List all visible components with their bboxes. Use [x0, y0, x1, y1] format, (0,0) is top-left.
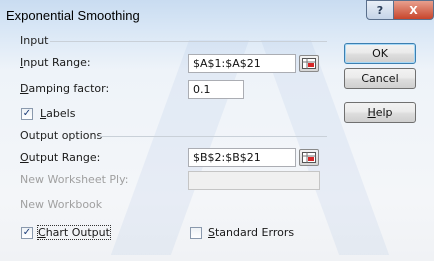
- input-group-label: Input: [20, 34, 49, 47]
- output-range-label: Output Range:: [20, 151, 101, 164]
- window-title: Exponential Smoothing: [6, 8, 140, 23]
- title-bar: Exponential Smoothing ? X: [0, 0, 434, 32]
- cancel-button[interactable]: Cancel: [344, 68, 416, 89]
- ok-button-label: OK: [372, 47, 388, 60]
- check-icon: ✓: [22, 227, 32, 238]
- damping-factor-value: 0.1: [193, 83, 211, 96]
- output-group-divider: [98, 136, 327, 137]
- range-select-icon: [302, 152, 316, 163]
- chart-output-checkbox[interactable]: ✓: [21, 227, 33, 239]
- close-icon: X: [409, 3, 418, 17]
- input-range-value: $A$1:$A$21: [193, 57, 261, 70]
- input-range-select-button[interactable]: [299, 55, 319, 72]
- ok-button[interactable]: OK: [344, 43, 416, 64]
- input-range-field[interactable]: $A$1:$A$21: [188, 54, 296, 73]
- question-icon: ?: [376, 3, 384, 17]
- new-worksheet-ply-label: New Worksheet Ply:: [20, 173, 129, 186]
- damping-factor-label: Damping factor:: [20, 82, 110, 95]
- input-range-label: Input Range:: [20, 56, 91, 69]
- labels-checkbox[interactable]: ✓: [21, 108, 33, 120]
- range-select-icon: [302, 58, 316, 69]
- output-range-value: $B$2:$B$21: [193, 151, 261, 164]
- new-worksheet-ply-field[interactable]: [188, 171, 320, 190]
- new-workbook-label: New Workbook: [20, 198, 103, 211]
- damping-factor-field[interactable]: 0.1: [188, 80, 244, 99]
- check-icon: ✓: [22, 108, 32, 119]
- exponential-smoothing-dialog: Exponential Smoothing ? X Input Input Ra…: [0, 0, 434, 261]
- standard-errors-checkbox[interactable]: [190, 227, 202, 239]
- input-group-divider: [50, 41, 327, 42]
- output-range-field[interactable]: $B$2:$B$21: [188, 148, 296, 167]
- cancel-button-label: Cancel: [361, 72, 399, 85]
- output-range-select-button[interactable]: [299, 149, 319, 166]
- help-button-label: Help: [367, 106, 393, 119]
- chart-output-label: Chart Output: [37, 225, 111, 240]
- close-button[interactable]: X: [393, 0, 434, 20]
- standard-errors-label: Standard Errors: [208, 226, 295, 239]
- help-button[interactable]: Help: [344, 102, 416, 123]
- help-title-button[interactable]: ?: [366, 0, 394, 20]
- labels-label: Labels: [40, 107, 76, 120]
- output-group-label: Output options: [20, 129, 103, 142]
